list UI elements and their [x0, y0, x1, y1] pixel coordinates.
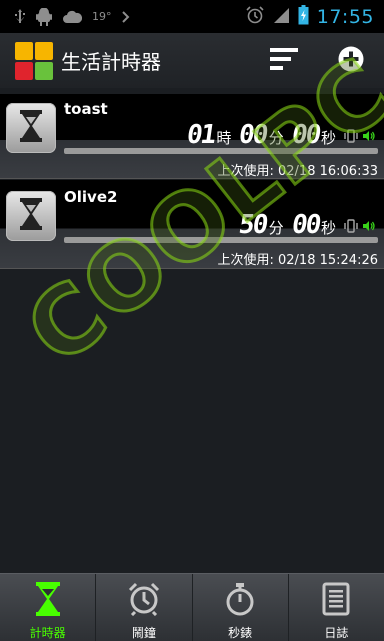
status-bar: 19° 17:55	[0, 0, 384, 33]
timer-seconds: 00	[289, 210, 322, 240]
tab-log[interactable]: 日誌	[289, 574, 384, 641]
tab-label: 日誌	[324, 626, 349, 640]
timer-start-button[interactable]	[6, 191, 56, 241]
tab-stopwatch[interactable]: 秒錶	[193, 574, 289, 641]
bottom-tab-bar: 計時器 鬧鐘 秒錶 日誌	[0, 573, 384, 641]
vibrate-icon	[344, 218, 358, 237]
timer-name: Olive2	[64, 188, 118, 206]
alarm-clock-icon	[246, 5, 264, 28]
timer-start-button[interactable]	[6, 103, 56, 153]
app-logo-icon	[15, 41, 53, 80]
tab-timer[interactable]: 計時器	[0, 574, 97, 641]
timer-name: toast	[64, 100, 108, 118]
app-title: 生活計時器	[61, 50, 161, 74]
battery-charging-icon	[298, 4, 309, 29]
signal-icon	[272, 6, 290, 28]
log-icon	[322, 582, 350, 620]
stopwatch-icon	[225, 582, 255, 620]
usb-icon	[14, 8, 26, 25]
hourglass-icon	[35, 582, 61, 620]
tab-label: 計時器	[29, 626, 66, 640]
sort-icon[interactable]	[270, 47, 298, 75]
volume-icon	[362, 218, 376, 237]
chevron-right-icon	[121, 10, 130, 23]
hourglass-icon	[19, 110, 43, 146]
alarm-clock-icon	[128, 582, 160, 620]
tab-alarm[interactable]: 鬧鐘	[96, 574, 193, 641]
tab-label: 鬧鐘	[131, 626, 156, 640]
temperature-label: 19°	[92, 10, 112, 23]
seconds-unit: 秒	[320, 219, 336, 237]
status-clock: 17:55	[316, 5, 374, 28]
cloud-icon	[62, 10, 82, 24]
tab-label: 秒錶	[228, 626, 253, 640]
android-debug-icon	[36, 7, 52, 26]
hourglass-icon	[19, 198, 43, 234]
